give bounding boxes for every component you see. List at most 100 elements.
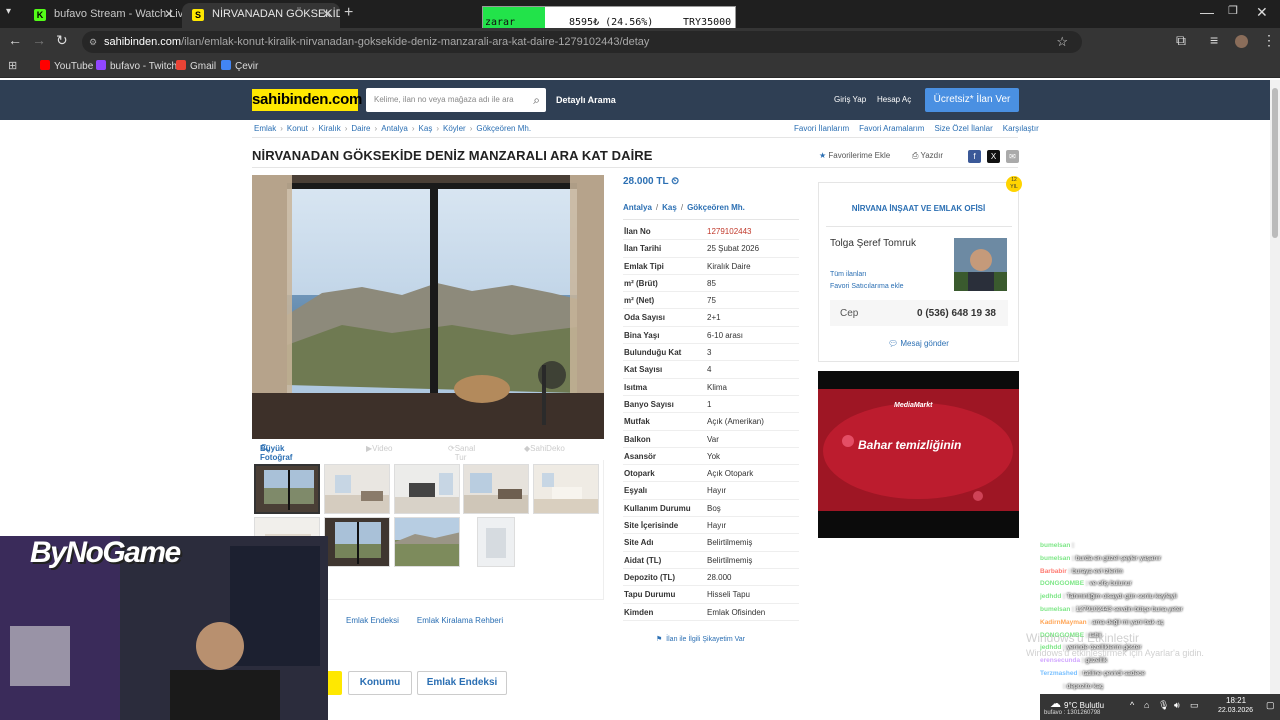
photo-thumbnail[interactable] [394,464,460,514]
gmail-icon [176,60,186,70]
clock-date[interactable]: 22.03.2026 [1218,707,1253,714]
apps-icon[interactable]: ⊞ [8,59,17,72]
photo-thumbnail[interactable] [477,517,515,567]
network-icon[interactable]: ⌂ [1144,700,1149,710]
search-icon[interactable]: ⌕ [533,88,540,112]
send-message-link[interactable]: 💬︎ Mesaj gönder [888,339,949,348]
post-ad-button[interactable]: Ücretsiz* İlan Ver [925,88,1019,112]
virtual-tour-tab[interactable]: ⟳ Sanal Tur [448,444,475,462]
mic-icon[interactable]: 🎙︎ [1158,700,1169,711]
favorite-searches-link[interactable]: Favori Aramalarım [859,124,924,133]
bookmark-gmail[interactable]: Gmail [176,60,216,72]
url-bar[interactable]: ⚙ sahibinden.com/ilan/emlak-konut-kirali… [82,31,1082,53]
photo-thumbnail[interactable] [254,464,320,514]
main-listing-photo[interactable] [252,175,604,439]
breadcrumb-item[interactable]: Gökçeören Mh. [476,124,531,133]
photo-thumbnail[interactable] [324,464,390,514]
price-history-icon[interactable]: ⏲ [671,176,679,187]
email-share-icon[interactable]: ✉ [1006,150,1019,163]
advertisement[interactable] [818,371,1019,538]
browser-tab-sahibinden[interactable]: S NİRVANADAN GÖKSEKİDE DEN ✕ [182,3,340,28]
favorite-listings-link[interactable]: Favori İlanlarım [794,124,849,133]
minimize-icon[interactable]: — [1200,4,1214,20]
restore-icon[interactable]: ❐ [1228,4,1238,17]
extensions-icon[interactable]: ⧉ [1176,32,1186,49]
attribute-value: Hayır [707,486,727,496]
print-link[interactable]: ⎙ Yazdır [912,151,943,161]
chat-username[interactable]: bumelsan [1040,555,1070,562]
bookmark-youtube[interactable]: YouTube [40,60,93,72]
site-logo[interactable]: sahibinden.com [252,89,362,111]
close-window-icon[interactable]: ✕ [1256,4,1268,21]
breadcrumb-item[interactable]: Antalya [381,124,408,133]
photo-thumbnail[interactable] [394,517,460,567]
location-city[interactable]: Antalya [623,203,652,212]
all-ads-link[interactable]: Tüm ilanları [830,271,867,278]
breadcrumb-item[interactable]: Kiralık [318,124,340,133]
reload-icon[interactable]: ↻ [56,32,68,49]
detailed-search-link[interactable]: Detaylı Arama [556,95,616,105]
breadcrumb-item[interactable]: Konut [287,124,308,133]
chat-username[interactable]: erensecunda [1040,657,1080,664]
forward-icon[interactable]: → [32,32,46,48]
facebook-share-icon[interactable]: f [968,150,981,163]
tray-arrow-icon[interactable]: ^ [1130,700,1134,710]
location-tab[interactable]: Konumu [348,671,412,695]
tab-search-icon[interactable]: ▾ [6,6,20,20]
chat-username[interactable]: Terzmashed [1040,670,1077,677]
chat-username[interactable]: KadirnMayman [1040,619,1087,626]
chat-username[interactable]: jedhdd [1040,683,1061,690]
sahideko-tab[interactable]: ◆ SahiDeko [524,444,565,453]
phone-number[interactable]: 0 (536) 648 19 38 [917,308,996,319]
location-neighborhood[interactable]: Gökçeören Mh. [687,203,745,212]
chat-username[interactable]: jedhdd [1040,593,1061,600]
battery-icon[interactable]: ▭ [1190,700,1199,711]
media-icon[interactable]: ≡ [1210,32,1218,48]
real-estate-index-link[interactable]: Emlak Endeksi [346,616,399,625]
back-icon[interactable]: ← [8,32,22,48]
compare-link[interactable]: Karşılaştır [1003,124,1039,133]
clock-time[interactable]: 18:21 [1226,696,1246,705]
scrollbar-thumb[interactable] [1272,88,1278,238]
breadcrumb-item[interactable]: Kaş [419,124,433,133]
login-link[interactable]: Giriş Yap [834,95,866,104]
real-estate-index-tab[interactable]: Emlak Endeksi [417,671,507,695]
chat-username[interactable]: bumelsan [1040,606,1070,613]
add-favorite-link[interactable]: ★ Favorilerime Ekle [819,151,890,160]
bookmark-star-icon[interactable]: ☆ [1056,31,1068,53]
favorite-seller-link[interactable]: Favori Satıcılarıma ekle [830,283,904,290]
chat-username[interactable]: DONGGOMBE [1040,580,1084,587]
register-link[interactable]: Hesap Aç [877,95,911,104]
breadcrumb-item[interactable]: Emlak [254,124,276,133]
bookmark-twitch[interactable]: bufavo - Twitch [96,60,177,72]
bookmark-translate[interactable]: Çevir [221,60,258,72]
store-name[interactable]: NİRVANA İNŞAAT VE EMLAK OFİSİ [818,204,1019,213]
personalized-listings-link[interactable]: Size Özel İlanlar [934,124,992,133]
menu-icon[interactable]: ⋮ [1262,32,1276,49]
chat-username[interactable]: Barbabir [1040,568,1067,575]
close-tab-icon[interactable]: ✕ [322,3,332,26]
photo-thumbnail[interactable] [533,464,599,514]
x-share-icon[interactable]: X [987,150,1000,163]
search-input[interactable]: Kelime, ilan no veya mağaza adı ile ara … [366,88,546,112]
rental-guide-link[interactable]: Emlak Kiralama Rehberi [417,616,503,625]
breadcrumb-item[interactable]: Köyler [443,124,466,133]
site-info-icon[interactable]: ⚙ [89,31,97,53]
new-tab-button[interactable]: + [344,4,353,22]
breadcrumb-item[interactable]: Daire [351,124,370,133]
close-tab-icon[interactable]: ✕ [164,3,174,26]
ad-brand: MediaMarkt [894,402,933,409]
complaint-link[interactable]: ⚑ İlan ile İlgili Şikayetim Var [656,635,745,643]
seller-name: Tolga Şeref Tomruk [830,238,916,249]
profile-avatar[interactable] [1235,35,1248,48]
weather-text[interactable]: 9°C Bulutlu [1064,701,1104,710]
volume-icon[interactable]: 🔊︎ [1174,700,1180,711]
video-tab[interactable]: ▶ Video [366,444,392,453]
photo-thumbnail[interactable] [324,517,390,567]
location-district[interactable]: Kaş [662,203,677,212]
attribute-row: Bina Yaşı 6-10 arası [623,327,799,345]
chat-username[interactable]: bumelsan [1040,542,1070,549]
photo-thumbnail[interactable] [463,464,529,514]
notification-icon[interactable]: ▢ [1266,700,1275,711]
browser-tab-kick[interactable]: K bufavo Stream - Watch Live on ✕ [24,3,182,28]
